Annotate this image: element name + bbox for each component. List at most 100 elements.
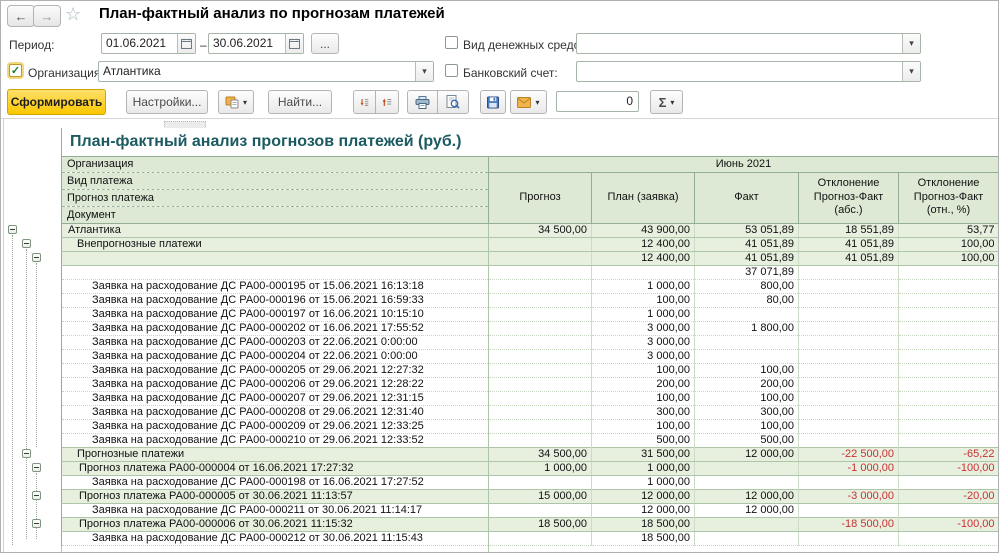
collapse-group-button[interactable] bbox=[32, 463, 41, 472]
bank-account-checkbox[interactable] bbox=[445, 64, 458, 77]
cell-value bbox=[799, 419, 899, 433]
organization-combo[interactable]: Атлантика ▾ bbox=[98, 61, 434, 82]
expand-groups-button[interactable] bbox=[353, 90, 376, 114]
period-separator: – bbox=[200, 38, 207, 52]
table-row[interactable]: Атлантика34 500,0043 900,0053 051,8918 5… bbox=[62, 223, 999, 237]
report-table: План-фактный анализ прогнозов платежей (… bbox=[61, 119, 999, 546]
cell-value bbox=[489, 237, 592, 251]
row-header-organization: Организация bbox=[62, 156, 489, 172]
period-more-button[interactable]: ... bbox=[311, 33, 339, 54]
row-label: Заявка на расходование ДС РА00-000203 от… bbox=[62, 335, 489, 349]
bank-account-combo[interactable]: ▾ bbox=[576, 61, 921, 82]
chevron-down-icon[interactable]: ▾ bbox=[902, 34, 920, 53]
table-row[interactable]: Заявка на расходование ДС РА00-000211 от… bbox=[62, 503, 999, 517]
cash-type-checkbox[interactable] bbox=[445, 36, 458, 49]
row-label: Заявка на расходование ДС РА00-000212 от… bbox=[62, 531, 489, 545]
table-row[interactable]: Заявка на расходование ДС РА00-000210 от… bbox=[62, 433, 999, 447]
table-row[interactable]: Прогноз платежа РА00-000006 от 30.06.202… bbox=[62, 517, 999, 531]
table-row[interactable]: Заявка на расходование ДС РА00-000212 от… bbox=[62, 531, 999, 545]
collapse-group-button[interactable] bbox=[32, 253, 41, 262]
calendar-icon[interactable] bbox=[177, 34, 195, 53]
table-row[interactable]: Заявка на расходование ДС РА00-000205 от… bbox=[62, 363, 999, 377]
period-to-input[interactable]: 30.06.2021 bbox=[208, 33, 304, 54]
cell-value bbox=[899, 377, 999, 391]
collapse-group-button[interactable] bbox=[32, 491, 41, 500]
calendar-icon[interactable] bbox=[285, 34, 303, 53]
cell-value bbox=[695, 335, 799, 349]
chevron-down-icon[interactable]: ▾ bbox=[415, 62, 433, 81]
row-label: Прогноз платежа РА00-000005 от 30.06.202… bbox=[62, 489, 489, 503]
cell-value bbox=[695, 461, 799, 475]
table-row[interactable]: Заявка на расходование ДС РА00-000204 от… bbox=[62, 349, 999, 363]
table-row[interactable]: Заявка на расходование ДС РА00-000195 от… bbox=[62, 279, 999, 293]
collapse-group-button[interactable] bbox=[22, 449, 31, 458]
send-mail-button[interactable]: ▾ bbox=[510, 90, 547, 114]
generate-button[interactable]: Сформировать bbox=[7, 89, 106, 115]
collapse-group-button[interactable] bbox=[22, 239, 31, 248]
row-label: Заявка на расходование ДС РА00-000211 от… bbox=[62, 503, 489, 517]
cell-value: 80,00 bbox=[695, 293, 799, 307]
collapse-group-button[interactable] bbox=[8, 225, 17, 234]
back-button[interactable]: ← bbox=[7, 5, 35, 27]
organization-checkbox[interactable]: ✓ bbox=[9, 64, 22, 77]
print-preview-button[interactable] bbox=[438, 90, 469, 114]
print-button[interactable] bbox=[407, 90, 438, 114]
forward-button[interactable]: → bbox=[33, 5, 61, 27]
cell-value bbox=[489, 363, 592, 377]
cell-value: 34 500,00 bbox=[489, 223, 592, 237]
report-variants-button[interactable]: ▾ bbox=[218, 90, 254, 114]
cell-value bbox=[489, 377, 592, 391]
cell-value bbox=[489, 335, 592, 349]
cell-value bbox=[899, 503, 999, 517]
cell-value bbox=[899, 405, 999, 419]
sum-button[interactable]: Σ ▾ bbox=[650, 90, 683, 114]
cell-value bbox=[799, 307, 899, 321]
cell-value: 100,00 bbox=[592, 419, 695, 433]
chevron-down-icon[interactable]: ▾ bbox=[902, 62, 920, 81]
table-row[interactable]: Прогноз платежа РА00-000005 от 30.06.202… bbox=[62, 489, 999, 503]
settings-button[interactable]: Настройки... bbox=[126, 90, 208, 114]
table-row[interactable]: Внепрогнозные платежи12 400,0041 051,894… bbox=[62, 237, 999, 251]
cell-value: 800,00 bbox=[695, 279, 799, 293]
collapse-groups-button[interactable] bbox=[376, 90, 399, 114]
table-row[interactable]: Прогноз платежа РА00-000004 от 16.06.202… bbox=[62, 461, 999, 475]
favorite-star-icon[interactable]: ☆ bbox=[65, 4, 81, 24]
table-row[interactable]: Заявка на расходование ДС РА00-000206 от… bbox=[62, 377, 999, 391]
table-row[interactable]: Заявка на расходование ДС РА00-000209 от… bbox=[62, 419, 999, 433]
table-row[interactable]: 37 071,89 bbox=[62, 265, 999, 279]
cell-value: 41 051,89 bbox=[799, 237, 899, 251]
row-label: Заявка на расходование ДС РА00-000207 от… bbox=[62, 391, 489, 405]
cell-value bbox=[799, 475, 899, 489]
cell-value: 300,00 bbox=[695, 405, 799, 419]
table-row[interactable]: Заявка на расходование ДС РА00-000196 от… bbox=[62, 293, 999, 307]
cell-value bbox=[489, 433, 592, 447]
cell-value bbox=[489, 531, 592, 545]
column-header-plan: План (заявка) bbox=[592, 172, 695, 223]
cell-value: 200,00 bbox=[592, 377, 695, 391]
table-row[interactable]: Заявка на расходование ДС РА00-000203 от… bbox=[62, 335, 999, 349]
cell-value bbox=[899, 293, 999, 307]
table-row[interactable]: Заявка на расходование ДС РА00-000202 от… bbox=[62, 321, 999, 335]
table-row[interactable]: Заявка на расходование ДС РА00-000208 от… bbox=[62, 405, 999, 419]
period-from-input[interactable]: 01.06.2021 bbox=[101, 33, 196, 54]
collapse-group-button[interactable] bbox=[32, 519, 41, 528]
organization-label: Организация: bbox=[28, 66, 104, 80]
table-row[interactable]: Заявка на расходование ДС РА00-000197 от… bbox=[62, 307, 999, 321]
cell-value bbox=[592, 265, 695, 279]
cell-value bbox=[489, 265, 592, 279]
column-header-deviation-rel: Отклонение Прогноз-Факт (отн., %) bbox=[899, 172, 999, 223]
table-row[interactable]: Заявка на расходование ДС РА00-000198 от… bbox=[62, 475, 999, 489]
table-row[interactable]: Прогнозные платежи34 500,0031 500,0012 0… bbox=[62, 447, 999, 461]
cell-value bbox=[899, 279, 999, 293]
row-label: Заявка на расходование ДС РА00-000202 от… bbox=[62, 321, 489, 335]
cell-value bbox=[489, 391, 592, 405]
save-button[interactable] bbox=[480, 90, 506, 114]
bank-account-label: Банковский счет: bbox=[463, 66, 558, 80]
table-row[interactable]: 12 400,0041 051,8941 051,89100,00 bbox=[62, 251, 999, 265]
cell-value bbox=[799, 335, 899, 349]
table-row[interactable]: Заявка на расходование ДС РА00-000207 от… bbox=[62, 391, 999, 405]
selected-cells-counter[interactable]: 0 bbox=[556, 91, 639, 112]
cash-type-combo[interactable]: ▾ bbox=[576, 33, 921, 54]
find-button[interactable]: Найти... bbox=[268, 90, 332, 114]
minus-icon bbox=[34, 523, 39, 524]
